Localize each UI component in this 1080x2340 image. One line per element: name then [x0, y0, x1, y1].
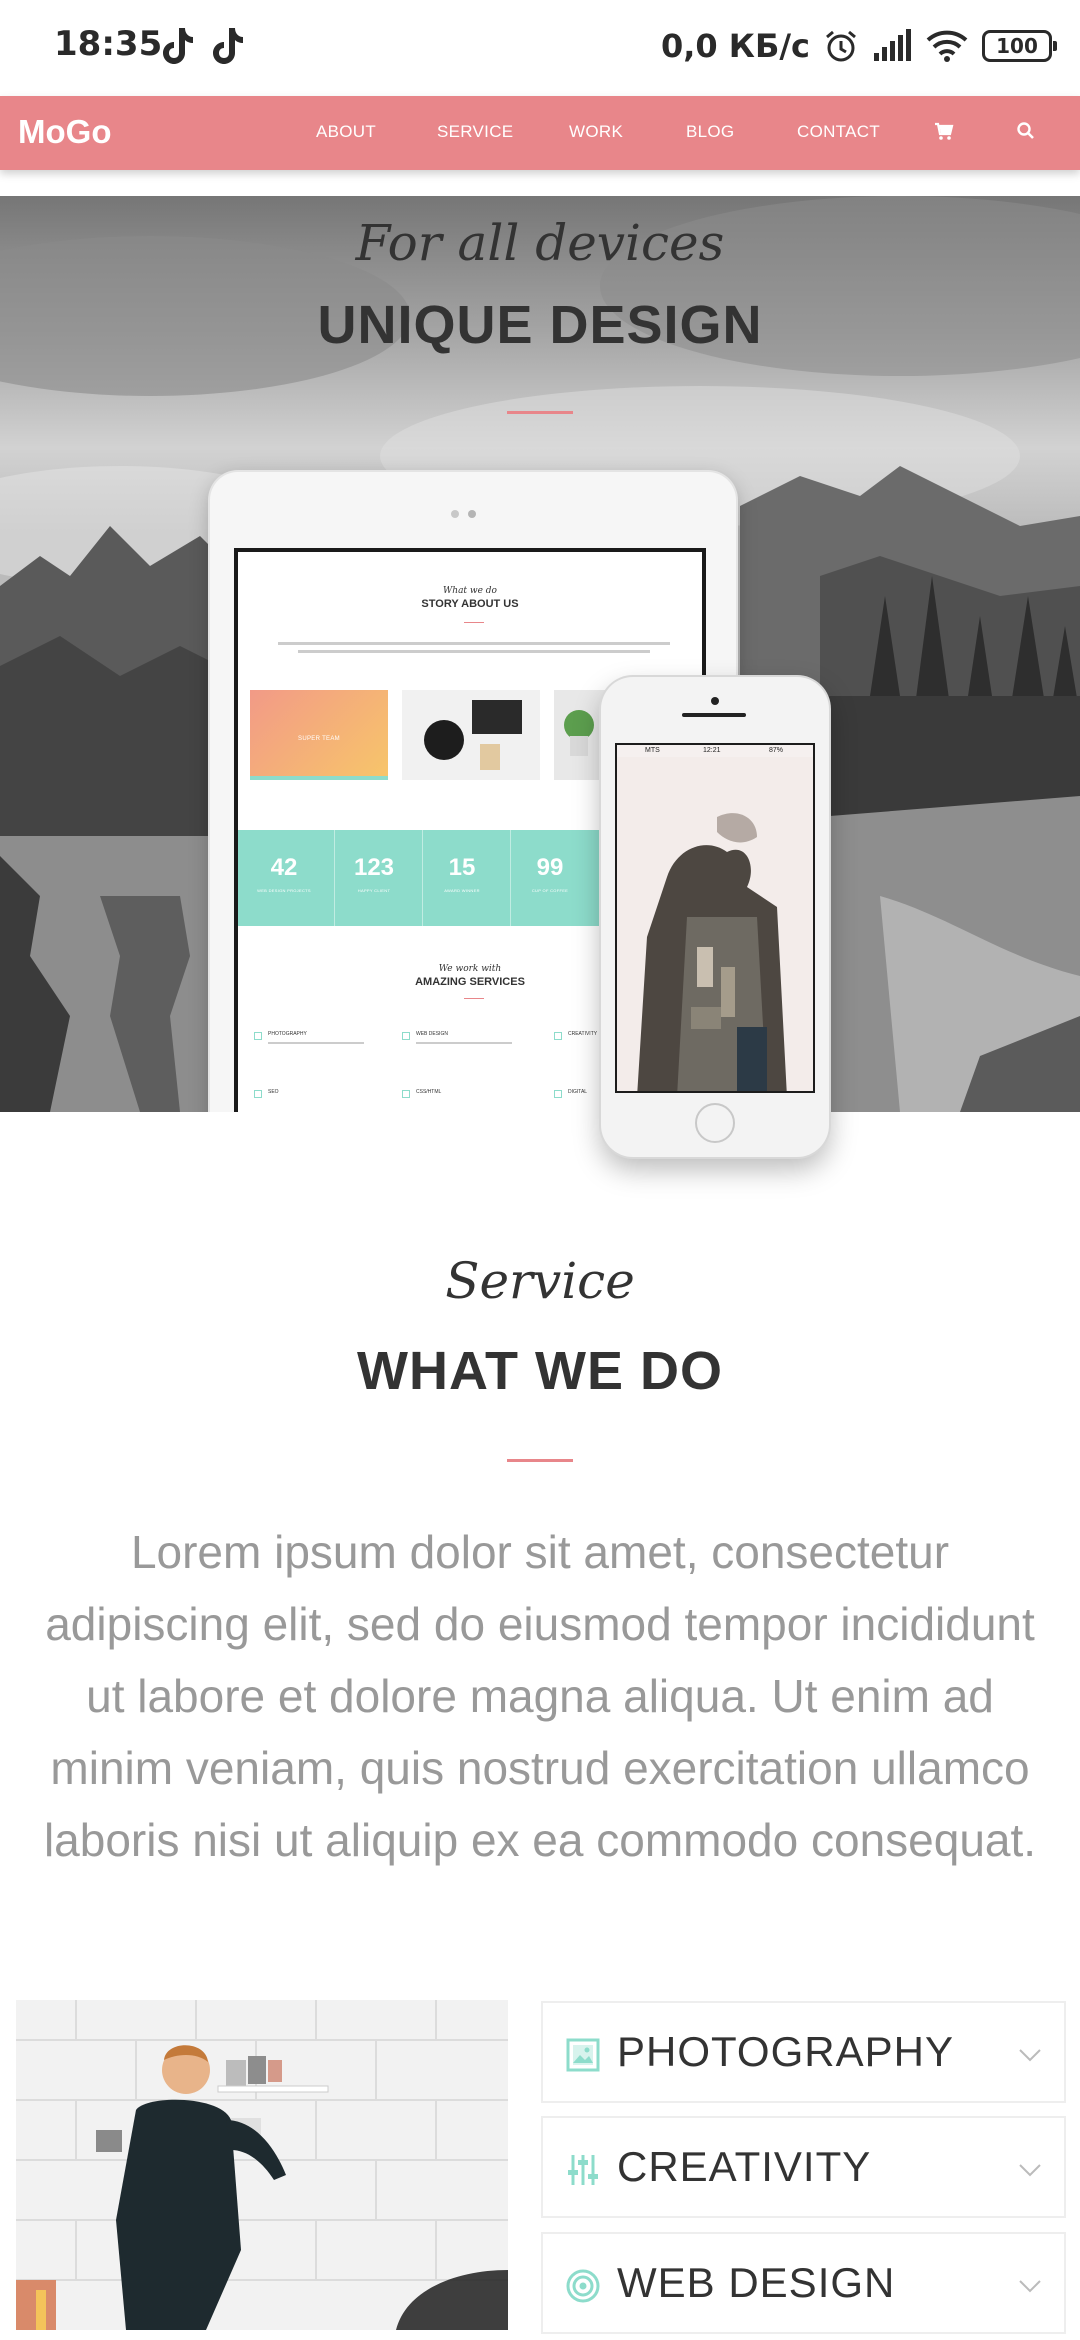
alarm-icon [826, 30, 856, 62]
chevron-down-icon [1019, 2280, 1041, 2293]
nav-link-service[interactable]: SERVICE [437, 122, 513, 142]
tablet-card-super-team: SUPER TEAM [250, 690, 388, 780]
tablet-service: CREATIVITY [568, 1031, 598, 1037]
chevron-down-icon [1019, 2049, 1041, 2062]
phone-screen: MTS 12:21 87% [615, 743, 815, 1093]
cart-icon[interactable] [933, 120, 955, 142]
tablet-service: PHOTOGRAPHY [268, 1031, 307, 1037]
accordion-item-web-design[interactable]: WEB DESIGN [541, 2232, 1066, 2334]
network-speed: 0,0 КБ/с [660, 27, 810, 65]
tablet-stat: 42 WEB DESIGN PROJECTS [257, 854, 311, 893]
tablet-stat: 15 AWARD WINNER [444, 854, 480, 893]
phone-mockup: MTS 12:21 87% [601, 677, 829, 1157]
image-icon [566, 2038, 600, 2072]
chevron-down-icon [1019, 2164, 1041, 2177]
nav-link-contact[interactable]: CONTACT [797, 122, 880, 142]
tablet-stat: 123 HAPPY CLIENT [353, 854, 395, 893]
tiktok-icon [163, 28, 193, 64]
man-hanging-photos-image [16, 2000, 508, 2330]
tablet-service: DIGITAL [568, 1089, 588, 1095]
service-divider [507, 1459, 573, 1462]
signal-icon [874, 29, 911, 61]
status-time: 18:35 [54, 24, 163, 64]
status-right: 0,0 КБ/с 100 [660, 24, 1057, 68]
battery-level: 100 [996, 34, 1038, 58]
tablet-service: SEO [268, 1089, 279, 1095]
tablet-service: WEB DESIGN [416, 1031, 448, 1037]
top-navbar: MoGo ABOUT SERVICE WORK BLOG CONTACT [0, 96, 1080, 170]
tiktok-icon [213, 28, 243, 64]
double-exposure-portrait-image [617, 757, 813, 1091]
nav-link-work[interactable]: WORK [569, 122, 623, 142]
target-icon [566, 2269, 600, 2303]
nav-link-about[interactable]: ABOUT [316, 122, 376, 142]
accordion-label-photography: PHOTOGRAPHY [617, 2028, 954, 2075]
hero-title: UNIQUE DESIGN [317, 295, 763, 355]
phone-speaker [682, 713, 746, 717]
brand-logo[interactable]: MoGo [18, 113, 111, 151]
accordion-label-web-design: WEB DESIGN [617, 2259, 896, 2306]
tablet-card-desk [402, 690, 540, 780]
equalizer-icon [568, 2155, 598, 2185]
accordion-label-creativity: CREATIVITY [617, 2143, 872, 2190]
hero-bottom-mask [0, 1112, 1080, 1232]
tablet-camera [468, 510, 476, 518]
phone-status-bar: MTS 12:21 87% [645, 747, 784, 754]
service-title: WHAT WE DO [357, 1341, 723, 1401]
battery-icon: 100 [982, 30, 1057, 62]
phone-camera [711, 697, 719, 705]
tablet-stat: 99 CUP OF COFFEE [531, 854, 569, 893]
hero-divider [507, 411, 573, 414]
tablet-heading: STORY ABOUT US [421, 598, 519, 610]
tablet-script-text: What we do [443, 586, 497, 596]
accordion-item-creativity[interactable]: CREATIVITY [541, 2116, 1066, 2218]
search-icon[interactable] [1015, 120, 1037, 142]
service-script-title: Service [445, 1252, 635, 1310]
tablet-service: CSS/HTML [416, 1089, 442, 1095]
service-description: Lorem ipsum dolor sit amet, consectetur … [43, 1526, 1037, 1866]
accordion-item-photography[interactable]: PHOTOGRAPHY [541, 2001, 1066, 2103]
nav-link-blog[interactable]: BLOG [686, 122, 734, 142]
phone-home-button [695, 1103, 735, 1143]
status-bar: 18:35 0,0 КБ/с 100 [0, 0, 1080, 95]
wifi-icon [926, 30, 968, 62]
hero-subtitle: For all devices [355, 214, 725, 272]
